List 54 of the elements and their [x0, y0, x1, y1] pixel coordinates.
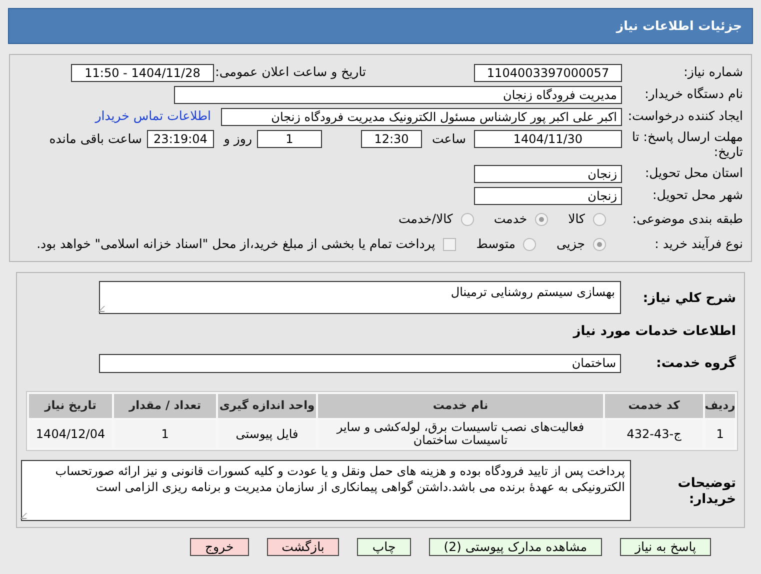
- column-header: تاریخ نیاز: [29, 394, 112, 418]
- option-label: متوسط: [476, 234, 516, 253]
- checkbox[interactable]: [443, 238, 456, 251]
- page-title: جزئیات اطلاعات نیاز: [616, 16, 742, 35]
- field-label: توضیحات خریدار:: [676, 475, 736, 508]
- field-label: طبقه بندی موضوعی:: [631, 210, 743, 228]
- input-field[interactable]: 12:30: [361, 130, 422, 148]
- input-field[interactable]: 1404/11/28 - 11:50: [71, 64, 214, 82]
- column-header: کد خدمت: [605, 394, 703, 418]
- option-label: کالا: [568, 210, 585, 228]
- field-label: گروه خدمت:: [655, 354, 736, 372]
- field-label: نوع فرآیند خرید :: [654, 234, 743, 253]
- field-label: مهلت ارسال پاسخ: تا تاریخ:: [631, 129, 743, 159]
- field-label: ساعت: [430, 130, 466, 148]
- radio-button[interactable]: [535, 212, 548, 226]
- input-field[interactable]: 1404/11/30: [474, 130, 622, 148]
- radio-button[interactable]: [593, 238, 606, 251]
- action-button[interactable]: مشاهده مدارک پیوستی (2): [428, 538, 602, 556]
- input-field[interactable]: 23:19:04: [147, 130, 214, 148]
- input-field[interactable]: زنجان: [474, 164, 622, 183]
- input-field[interactable]: 1: [257, 130, 322, 148]
- field-label: روز و: [222, 130, 252, 148]
- radio-button[interactable]: [523, 238, 536, 251]
- input-field[interactable]: مدیریت فرودگاه زنجان: [174, 86, 622, 104]
- option-label: خدمت: [494, 210, 528, 228]
- field-label: ساعت باقی مانده: [49, 130, 142, 148]
- action-button[interactable]: بازگشت: [266, 538, 340, 556]
- action-button[interactable]: پاسخ به نیاز: [620, 538, 712, 556]
- payment-note: پرداخت تمام یا بخشی از مبلغ خرید،از محل "اسناد خزانه اسلامی" خواهد بود.: [36, 234, 436, 253]
- option-label: جزیی: [556, 234, 585, 253]
- field-label: استان محل تحویل:: [644, 164, 743, 182]
- input-field[interactable]: زنجان: [474, 186, 622, 205]
- input-field[interactable]: اکبر علی اکبر پور کارشناس مسئول الکترونیک مدیریت فرودگاه زنجان: [221, 108, 622, 126]
- radio-button[interactable]: [460, 212, 474, 226]
- contact-link[interactable]: اطلاعات تماس خریدار: [95, 107, 211, 126]
- field-label: شماره نیاز:: [682, 63, 743, 82]
- action-button[interactable]: خروج: [190, 538, 249, 556]
- field-label: شرح کلي نياز:: [642, 290, 736, 308]
- option-label: کالا/خدمت: [398, 210, 453, 228]
- text-area[interactable]: بهسازی سیستم روشنایی ترمینال: [99, 281, 621, 314]
- column-header: تعداد / مقدار: [114, 394, 216, 418]
- field-label: نام دستگاه خریدار:: [644, 85, 743, 104]
- column-header: ردیف: [705, 394, 735, 418]
- section-heading: اطلاعات خدمات مورد نیاز: [573, 323, 736, 341]
- column-header: واحد اندازه گیری: [218, 394, 316, 418]
- text-area[interactable]: پرداخت پس از تایید فرودگاه بوده و هزینه های حمل ونقل و یا عودت و کلیه کسورات قانونی و نیز ارائه صورتحساب الکترونیکی به عهدهٔ برنده می باشد.داشتن گواهی پیمانکاری از سازمان مدیریت و برنامه ریزی الزامی است: [21, 460, 631, 521]
- input-field[interactable]: 1104003397000057: [474, 64, 622, 82]
- radio-button[interactable]: [593, 212, 606, 226]
- field-label: ایجاد کننده درخواست:: [626, 107, 743, 126]
- action-button[interactable]: چاپ: [357, 538, 411, 556]
- field-label: تاریخ و ساعت اعلان عمومی:: [214, 63, 366, 82]
- column-header: نام خدمت: [318, 394, 603, 418]
- field-label: شهر محل تحویل:: [652, 186, 743, 204]
- input-field[interactable]: ساختمان: [99, 354, 621, 373]
